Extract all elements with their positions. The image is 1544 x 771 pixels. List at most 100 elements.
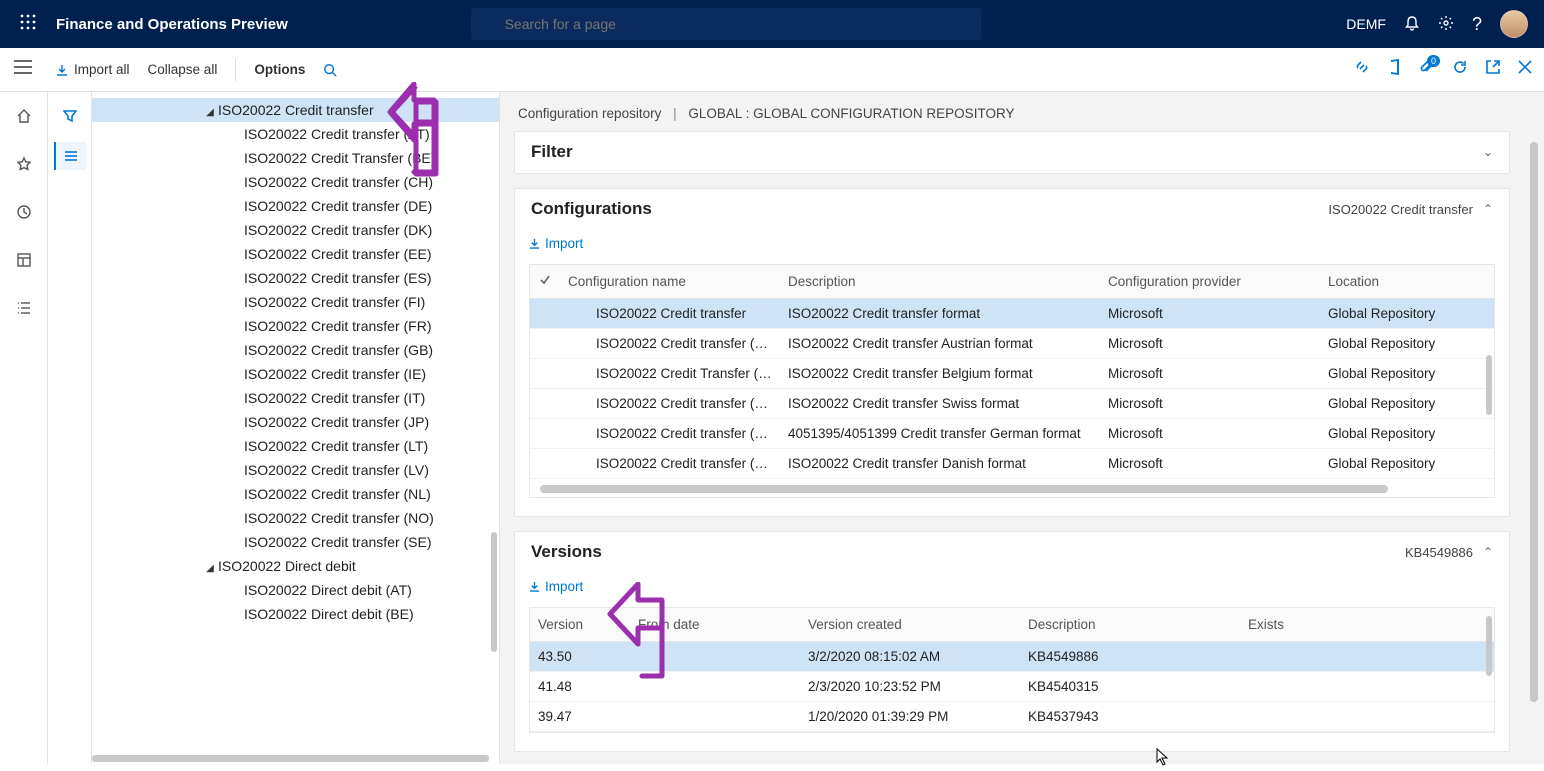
tree-node[interactable]: ISO20022 Credit transfer (FR) <box>92 314 499 338</box>
filter-icon[interactable] <box>54 102 86 130</box>
tree-node-debit-root[interactable]: ◢ISO20022 Direct debit <box>92 554 499 578</box>
col-from-date[interactable]: From date <box>630 617 800 632</box>
tree-node[interactable]: ISO20022 Credit transfer (SE) <box>92 530 499 554</box>
list-view-icon[interactable] <box>54 142 86 170</box>
tree-node[interactable]: ISO20022 Credit transfer (IE) <box>92 362 499 386</box>
user-avatar[interactable] <box>1500 10 1528 38</box>
table-row[interactable]: ISO20022 Credit transfer (DE)4051395/405… <box>530 419 1494 449</box>
popout-icon[interactable] <box>1486 60 1500 79</box>
table-row[interactable]: 41.482/3/2020 10:23:52 PMKB4540315 <box>530 672 1494 702</box>
content-scrollbar[interactable] <box>1530 142 1538 702</box>
tree-tools <box>48 92 92 764</box>
office-icon[interactable] <box>1388 59 1402 80</box>
versions-import-button[interactable]: Import <box>529 579 583 594</box>
tree-node[interactable]: ISO20022 Credit transfer (DE) <box>92 194 499 218</box>
configurations-header[interactable]: Configurations ISO20022 Credit transfer … <box>515 189 1509 230</box>
import-all-button[interactable]: Import all <box>56 62 130 77</box>
table-row[interactable]: ISO20022 Credit Transfer (BE)ISO20022 Cr… <box>530 359 1494 389</box>
col-ver-description[interactable]: Description <box>1020 617 1240 632</box>
table-row[interactable]: 43.503/2/2020 08:15:02 AMKB4549886 <box>530 642 1494 672</box>
tree-node[interactable]: ISO20022 Credit transfer (IT) <box>92 386 499 410</box>
refresh-icon[interactable] <box>1452 59 1468 80</box>
notifications-icon[interactable] <box>1404 15 1420 34</box>
configurations-grid[interactable]: Configuration name Description Configura… <box>529 264 1495 498</box>
cfg-h-scrollbar[interactable] <box>540 485 1388 493</box>
chevron-down-icon: ⌄ <box>1483 145 1493 159</box>
action-search-icon[interactable] <box>323 63 337 77</box>
breadcrumb-root[interactable]: Configuration repository <box>518 106 661 121</box>
badge-count: 0 <box>1427 55 1440 67</box>
chevron-up-icon: ⌃ <box>1483 545 1493 559</box>
tree-scrollbar[interactable] <box>491 532 497 652</box>
breadcrumb: Configuration repository | GLOBAL : GLOB… <box>500 92 1524 131</box>
col-provider[interactable]: Configuration provider <box>1100 274 1320 289</box>
help-icon[interactable]: ? <box>1472 14 1482 35</box>
tree-node[interactable]: ISO20022 Direct debit (AT) <box>92 578 499 602</box>
collapse-all-button[interactable]: Collapse all <box>148 62 218 77</box>
col-version[interactable]: Version <box>530 617 630 632</box>
tree-node[interactable]: ISO20022 Credit transfer (FI) <box>92 290 499 314</box>
configurations-subtitle: ISO20022 Credit transfer <box>1328 202 1473 217</box>
tree-node[interactable]: ISO20022 Credit Transfer (BE) <box>92 146 499 170</box>
ver-v-scrollbar[interactable] <box>1486 616 1492 676</box>
tree-node[interactable]: ISO20022 Credit transfer (GB) <box>92 338 499 362</box>
versions-header[interactable]: Versions KB4549886 ⌃ <box>515 532 1509 573</box>
company-code[interactable]: DEMF <box>1346 16 1386 32</box>
import-all-label: Import all <box>74 62 130 77</box>
tree-h-scrollbar[interactable] <box>92 755 489 762</box>
filter-card-header[interactable]: Filter ⌄ <box>515 132 1509 173</box>
gear-icon[interactable] <box>1438 15 1454 34</box>
col-description[interactable]: Description <box>780 274 1100 289</box>
tree-node[interactable]: ISO20022 Credit transfer (ES) <box>92 266 499 290</box>
tree-node[interactable]: ISO20022 Credit transfer (DK) <box>92 218 499 242</box>
col-config-name[interactable]: Configuration name <box>560 274 780 289</box>
config-import-button[interactable]: Import <box>529 236 583 251</box>
attachments-icon[interactable]: 0 <box>1420 59 1434 80</box>
tree-node[interactable]: ISO20022 Credit transfer (EE) <box>92 242 499 266</box>
workspaces-icon[interactable] <box>8 244 40 276</box>
table-row[interactable]: 39.471/20/2020 01:39:29 PMKB4537943 <box>530 702 1494 732</box>
table-row[interactable]: ISO20022 Credit transfer (AT)ISO20022 Cr… <box>530 329 1494 359</box>
hamburger-icon[interactable] <box>14 60 32 79</box>
favorites-icon[interactable] <box>8 148 40 180</box>
col-exists[interactable]: Exists <box>1240 617 1494 632</box>
home-icon[interactable] <box>8 100 40 132</box>
tree-node[interactable]: ISO20022 Credit transfer (NL) <box>92 482 499 506</box>
global-search-input[interactable] <box>471 8 981 40</box>
modules-icon[interactable] <box>8 292 40 324</box>
filter-title: Filter <box>531 142 573 162</box>
tree-node[interactable]: ISO20022 Credit transfer (AT) <box>92 122 499 146</box>
config-tree[interactable]: ◢ISO20022 Credit transferISO20022 Credit… <box>92 92 499 764</box>
cfg-v-scrollbar[interactable] <box>1486 355 1492 415</box>
check-header[interactable] <box>530 274 560 289</box>
configurations-card: Configurations ISO20022 Credit transfer … <box>514 188 1510 517</box>
tree-node[interactable]: ISO20022 Credit transfer (NO) <box>92 506 499 530</box>
link-icon[interactable] <box>1354 59 1370 80</box>
tree-panel: ◢ISO20022 Credit transferISO20022 Credit… <box>48 92 500 764</box>
versions-card: Versions KB4549886 ⌃ Import Version <box>514 531 1510 752</box>
versions-subtitle: KB4549886 <box>1405 545 1473 560</box>
tree-node[interactable]: ISO20022 Credit transfer (JP) <box>92 410 499 434</box>
tree-node[interactable]: ISO20022 Credit transfer (LT) <box>92 434 499 458</box>
cursor-icon <box>1156 748 1170 771</box>
options-button[interactable]: Options <box>254 62 305 77</box>
col-location[interactable]: Location <box>1320 274 1494 289</box>
col-created[interactable]: Version created <box>800 617 1020 632</box>
app-launcher-icon[interactable] <box>8 14 48 35</box>
tree-node[interactable]: ISO20022 Credit transfer (LV) <box>92 458 499 482</box>
table-row[interactable]: ISO20022 Credit transferISO20022 Credit … <box>530 299 1494 329</box>
tree-node[interactable]: ISO20022 Credit transfer (CH) <box>92 170 499 194</box>
recent-icon[interactable] <box>8 196 40 228</box>
table-row[interactable]: ISO20022 Credit transfer (DK)ISO20022 Cr… <box>530 449 1494 479</box>
versions-grid[interactable]: Version From date Version created Descri… <box>529 607 1495 733</box>
close-icon[interactable] <box>1518 60 1532 79</box>
breadcrumb-current: GLOBAL : GLOBAL CONFIGURATION REPOSITORY <box>688 106 1014 121</box>
table-row[interactable]: ISO20022 Credit transfer (CH)ISO20022 Cr… <box>530 389 1494 419</box>
tree-node-root[interactable]: ◢ISO20022 Credit transfer <box>92 98 499 122</box>
tree-node[interactable]: ISO20022 Direct debit (BE) <box>92 602 499 626</box>
filter-card: Filter ⌄ <box>514 131 1510 174</box>
topbar: Finance and Operations Preview DEMF ? <box>0 0 1544 48</box>
action-bar: Import all Collapse all Options 0 <box>0 48 1544 92</box>
content-panel: Configuration repository | GLOBAL : GLOB… <box>500 92 1544 764</box>
chevron-up-icon: ⌃ <box>1483 202 1493 216</box>
